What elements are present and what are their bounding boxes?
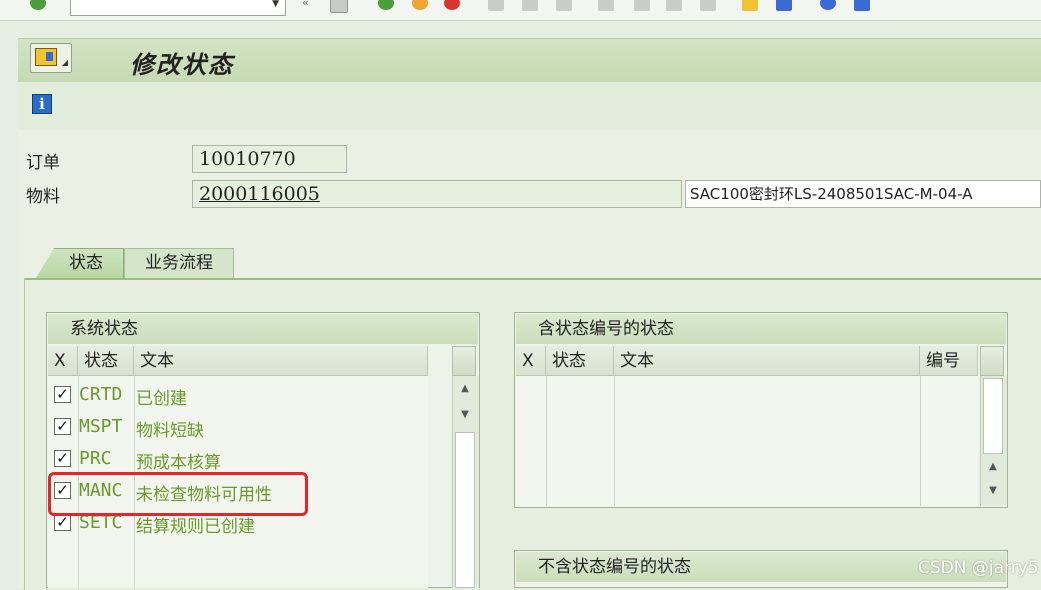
scrollbar-thumb[interactable]: [455, 432, 475, 588]
highlight-box: [48, 472, 308, 516]
column-header-status[interactable]: 状态: [78, 346, 134, 376]
scroll-down-icon[interactable]: ▼: [983, 480, 1003, 502]
last-page-icon[interactable]: [700, 0, 716, 11]
column-header-x[interactable]: X: [48, 346, 78, 376]
column-header-number[interactable]: 编号: [920, 346, 978, 376]
layout-menu-icon[interactable]: [854, 0, 870, 11]
numbered-status-title: 含状态编号的状态: [516, 314, 1006, 344]
print-icon[interactable]: [488, 0, 504, 11]
services-icon: [35, 48, 57, 66]
create-session-icon[interactable]: [742, 0, 758, 11]
vertical-scrollbar[interactable]: ▲ ▼: [980, 376, 1007, 506]
chevron-down-icon[interactable]: ▼: [272, 0, 279, 9]
system-status-title: 系统状态: [48, 314, 478, 344]
row-checkbox[interactable]: ✓: [54, 418, 71, 435]
status-code: PRC: [79, 448, 112, 469]
column-divider: [546, 376, 547, 506]
column-divider: [614, 376, 615, 506]
scroll-up-icon[interactable]: ▲: [983, 456, 1003, 478]
watermark: CSDN @jarry5: [918, 558, 1039, 578]
row-checkbox[interactable]: ✓: [54, 514, 71, 531]
vertical-scrollbar[interactable]: ▲ ▼: [452, 376, 479, 588]
scrollbar-thumb[interactable]: [983, 378, 1003, 454]
column-settings-button[interactable]: [452, 346, 476, 376]
system-toolbar: ▼ «: [0, 0, 1041, 21]
info-icon[interactable]: i: [32, 94, 52, 114]
find-icon[interactable]: [522, 0, 538, 11]
order-label: 订单: [26, 153, 60, 173]
column-header-x[interactable]: X: [516, 346, 546, 376]
first-page-icon[interactable]: [598, 0, 614, 11]
status-text: 预成本核算: [136, 453, 221, 473]
help-icon[interactable]: [820, 0, 836, 10]
cancel-icon[interactable]: [444, 0, 460, 10]
find-next-icon[interactable]: [556, 0, 572, 11]
application-toolbar: i: [18, 82, 1041, 131]
column-header-text[interactable]: 文本: [614, 346, 920, 376]
material-number[interactable]: 2000116005: [199, 183, 320, 205]
tab-status-label: 状态: [69, 253, 103, 273]
order-field[interactable]: 10010770: [192, 145, 347, 173]
collapse-icon[interactable]: «: [302, 0, 318, 10]
column-divider: [920, 376, 921, 506]
scroll-up-icon[interactable]: ▲: [455, 378, 475, 400]
status-text: 已创建: [136, 389, 187, 409]
column-header-text[interactable]: 文本: [134, 346, 428, 376]
material-description-field: SAC100密封环LS-2408501SAC-M-04-A: [685, 180, 1041, 208]
table-row[interactable]: ✓ CRTD 已创建: [48, 380, 428, 412]
material-label: 物料: [26, 187, 60, 207]
page-title: 修改状态: [130, 50, 234, 79]
row-checkbox[interactable]: ✓: [54, 386, 71, 403]
dropdown-arrow-icon: ◢: [61, 58, 68, 67]
row-checkbox[interactable]: ✓: [54, 450, 71, 467]
scroll-down-icon[interactable]: ▼: [455, 404, 475, 426]
exit-icon[interactable]: [412, 0, 428, 10]
status-text: 物料短缺: [136, 421, 204, 441]
status-code: MSPT: [79, 416, 123, 437]
enter-icon[interactable]: [30, 0, 46, 10]
previous-page-icon[interactable]: [634, 0, 650, 11]
command-field[interactable]: ▼: [70, 0, 286, 16]
table-row[interactable]: ✓ MSPT 物料短缺: [48, 412, 428, 444]
next-page-icon[interactable]: [666, 0, 682, 11]
numbered-status-table: X 状态 文本 编号: [516, 346, 978, 506]
back-icon[interactable]: [378, 0, 394, 10]
column-header-status[interactable]: 状态: [546, 346, 614, 376]
save-icon[interactable]: [330, 0, 348, 13]
title-bar: ◢ 修改状态: [18, 38, 1041, 83]
services-for-object-button[interactable]: ◢: [30, 43, 72, 73]
column-settings-button[interactable]: [980, 346, 1004, 376]
tab-business-process[interactable]: 业务流程: [124, 248, 234, 278]
material-field[interactable]: 2000116005: [192, 180, 682, 208]
shortcut-icon[interactable]: [776, 0, 792, 11]
status-code: CRTD: [79, 384, 123, 405]
